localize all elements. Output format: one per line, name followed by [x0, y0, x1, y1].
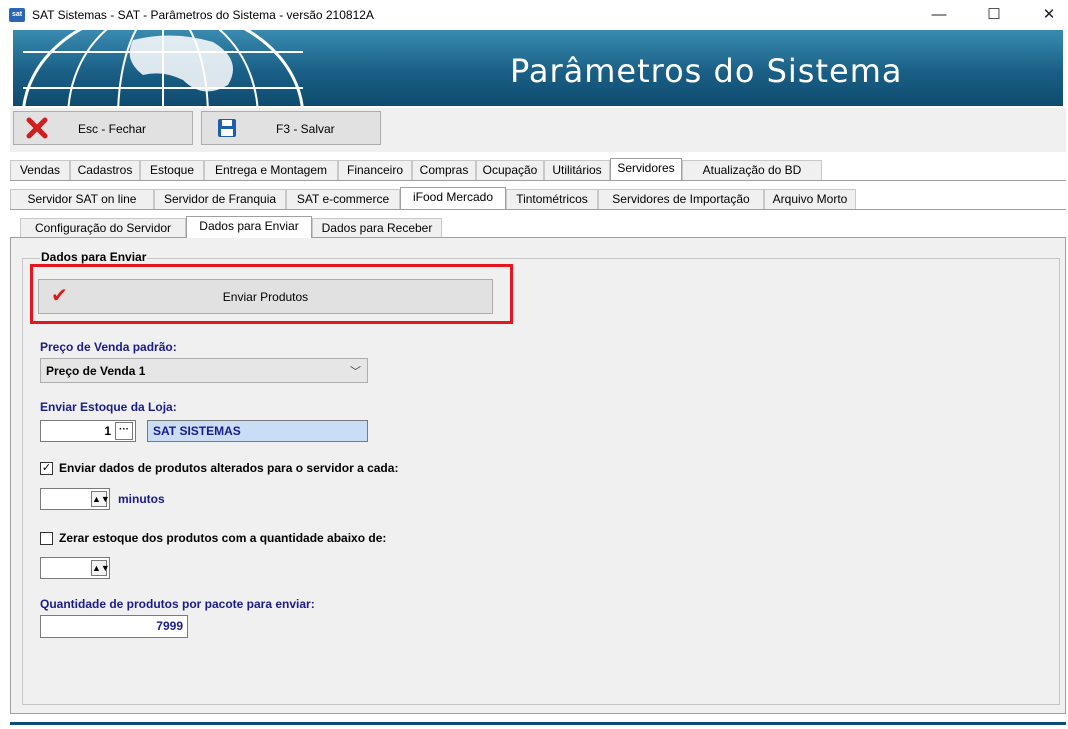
minutes-label: minutos: [118, 492, 165, 506]
main-tabs: Vendas Cadastros Estoque Entrega e Monta…: [10, 158, 1066, 181]
send-changed-checkbox[interactable]: ✓: [40, 462, 53, 475]
send-changed-label: Enviar dados de produtos alterados para …: [59, 461, 399, 475]
save-disk-icon: [218, 119, 236, 137]
window-bottom-border: [10, 722, 1066, 725]
store-name-field: SAT SISTEMAS: [147, 420, 368, 442]
tab-servidores-importacao[interactable]: Servidores de Importação: [598, 189, 764, 209]
package-qty-field[interactable]: 7999: [40, 615, 188, 638]
tab-dados-receber[interactable]: Dados para Receber: [312, 218, 442, 238]
save-button[interactable]: F3 - Salvar: [201, 111, 381, 145]
tab-divider: [10, 180, 1066, 181]
tab-servidores[interactable]: Servidores: [610, 158, 682, 180]
tab-cadastros[interactable]: Cadastros: [70, 160, 140, 180]
tab-ifood-mercado[interactable]: iFood Mercado: [400, 187, 506, 209]
tab-entrega-montagem[interactable]: Entrega e Montagem: [204, 160, 338, 180]
tab-sat-ecommerce[interactable]: SAT e-commerce: [286, 189, 400, 209]
send-products-label: Enviar Produtos: [222, 290, 309, 304]
package-qty-value: 7999: [156, 619, 183, 633]
minimize-button[interactable]: —: [924, 4, 954, 26]
store-lookup-button[interactable]: ···: [115, 422, 133, 440]
header-banner: Parâmetros do Sistema: [13, 30, 1063, 106]
price-select-value: Preço de Venda 1: [46, 364, 146, 378]
zero-stock-checkbox[interactable]: [40, 532, 53, 545]
zero-stock-spinner[interactable]: ▲▼: [40, 557, 110, 579]
group-title: Dados para Enviar: [40, 250, 148, 264]
app-icon: sat: [9, 8, 25, 22]
tab-utilitarios[interactable]: Utilitários: [544, 160, 610, 180]
zero-stock-label: Zerar estoque dos produtos com a quantid…: [59, 531, 387, 545]
globe-logo-icon: [22, 30, 304, 106]
save-button-label: F3 - Salvar: [276, 122, 335, 136]
maximize-button[interactable]: ☐: [979, 4, 1009, 26]
minutes-spinner[interactable]: ▲▼: [40, 488, 110, 510]
close-window-button[interactable]: ✕: [1034, 4, 1064, 26]
tab-arquivo-morto[interactable]: Arquivo Morto: [764, 189, 856, 209]
spin-arrows-icon[interactable]: ▲▼: [91, 491, 110, 507]
tab-configuracao-servidor[interactable]: Configuração do Servidor: [20, 218, 186, 238]
chevron-down-icon: ﹀: [350, 366, 361, 378]
tab-compras[interactable]: Compras: [412, 160, 476, 180]
tab-dados-enviar[interactable]: Dados para Enviar: [186, 216, 312, 238]
tab-financeiro[interactable]: Financeiro: [338, 160, 412, 180]
server-tabs: Servidor SAT on line Servidor de Franqui…: [10, 187, 1066, 210]
close-x-icon: [26, 117, 48, 139]
title-bar: sat SAT Sistemas - SAT - Parâmetros do S…: [0, 0, 1068, 30]
tab-servidor-franquia[interactable]: Servidor de Franquia: [154, 189, 286, 209]
banner-title: Parâmetros do Sistema: [510, 52, 903, 90]
spin-arrows-icon[interactable]: ▲▼: [91, 560, 110, 576]
tab-atualizacao-bd[interactable]: Atualização do BD: [682, 160, 822, 180]
ifood-tabs: Configuração do Servidor Dados para Envi…: [10, 216, 1066, 239]
send-products-button[interactable]: ✔ Enviar Produtos: [38, 279, 493, 314]
package-qty-label: Quantidade de produtos por pacote para e…: [40, 597, 315, 611]
close-button-label: Esc - Fechar: [78, 122, 147, 136]
tab-tintometricos[interactable]: Tintométricos: [506, 189, 598, 209]
tab-servidor-sat-online[interactable]: Servidor SAT on line: [10, 189, 154, 209]
tab-ocupacao[interactable]: Ocupação: [476, 160, 544, 180]
tab-divider: [10, 209, 1066, 210]
stock-store-label: Enviar Estoque da Loja:: [40, 400, 177, 414]
store-code-value: 1: [104, 424, 111, 438]
price-select[interactable]: Preço de Venda 1 ﹀: [40, 358, 368, 383]
window-title: SAT Sistemas - SAT - Parâmetros do Siste…: [32, 8, 374, 22]
tab-estoque[interactable]: Estoque: [140, 160, 204, 180]
tab-vendas[interactable]: Vendas: [10, 160, 70, 180]
toolbar: Esc - Fechar F3 - Salvar: [10, 108, 1066, 152]
price-label: Preço de Venda padrão:: [40, 340, 177, 354]
close-button[interactable]: Esc - Fechar: [13, 111, 193, 145]
